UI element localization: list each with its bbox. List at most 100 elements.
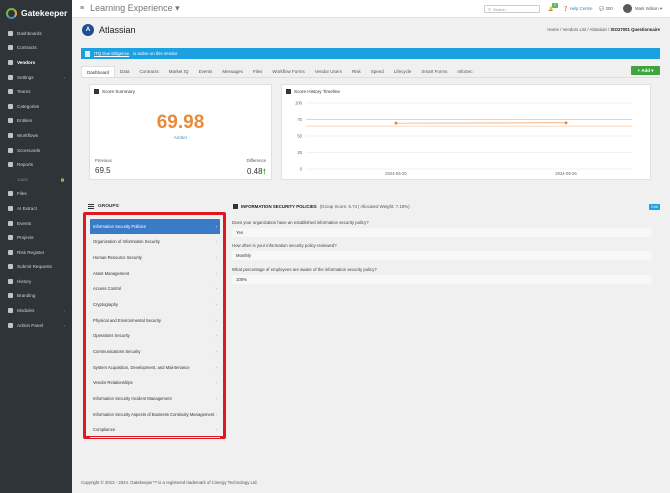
group-item[interactable]: Cryptography › — [90, 297, 220, 313]
tab-lifecycle[interactable]: Lifecycle — [389, 66, 417, 77]
score-summary-title: Score Summary — [94, 89, 135, 94]
sidebar-item-projects[interactable]: Projects — [0, 230, 72, 245]
tab-infosec[interactable]: InfoSec — [452, 66, 477, 77]
group-item[interactable]: Operations Security › — [90, 328, 220, 345]
sidebar-item-categories[interactable]: Categories — [0, 99, 72, 114]
group-item[interactable]: Communications Security › — [90, 344, 220, 360]
sidebar-item-branding[interactable]: Branding — [0, 289, 72, 304]
group-item[interactable]: Asset Management › — [90, 266, 220, 282]
group-item-label: Access Control — [93, 286, 122, 292]
user-menu[interactable]: Mark Wilson ▾ — [635, 6, 662, 12]
tab-spend[interactable]: Spend — [366, 66, 389, 77]
group-item[interactable]: Information Security Policies › — [90, 219, 220, 235]
chevron-right-icon: › — [215, 255, 218, 261]
tab-vendor-users[interactable]: Vendor Users — [310, 66, 347, 77]
sidebar-item-submit-requests[interactable]: Submit Requests — [0, 260, 72, 275]
group-item-label: Communications Security — [93, 348, 141, 354]
sidebar-item-contracts[interactable]: Contracts — [0, 41, 72, 56]
notification-badge: 2 — [552, 3, 558, 8]
breadcrumb-vendors-list[interactable]: Vendors List — [562, 27, 586, 32]
sidebar-item-label: Modules — [17, 308, 35, 314]
project-icon — [8, 235, 13, 241]
group-item[interactable]: Human Resource Security › — [90, 250, 220, 266]
score-summary-panel: Score Summary 69.98 Amber Previous 69.5 … — [89, 84, 272, 180]
policy-icon — [233, 204, 238, 209]
sidebar-item-files[interactable]: Files — [0, 187, 72, 202]
group-item[interactable]: Organization of Information Security › — [90, 235, 220, 251]
search-icon: ⚲ — [488, 6, 491, 12]
dashboard-icon — [8, 30, 13, 36]
sidebar-item-admin-panel[interactable]: Admin Panel › — [0, 318, 72, 333]
search-input[interactable]: ⚲ Search — [484, 5, 540, 13]
brand-logo[interactable]: Gatekeeper — [0, 0, 72, 26]
tab-market-iq[interactable]: Market IQ — [164, 66, 194, 77]
avatar[interactable] — [623, 4, 632, 13]
data-point[interactable] — [394, 121, 398, 125]
chat-link[interactable]: 💬 200 — [599, 6, 613, 12]
tab-events[interactable]: Events — [194, 66, 218, 77]
tab-data[interactable]: Data — [115, 66, 135, 77]
brand-name: Gatekeeper — [21, 8, 68, 18]
sidebar-item-label: Dashboards — [17, 30, 42, 36]
list-icon — [88, 204, 94, 209]
help-link[interactable]: ❓ Help Centre — [563, 6, 593, 12]
tab-workflow-forms[interactable]: Workflow Forms — [267, 66, 309, 77]
vendor-icon — [8, 59, 13, 65]
tab-messages[interactable]: Messages — [217, 66, 248, 77]
tab-risk[interactable]: Risk — [347, 66, 366, 77]
sidebar-item-modules[interactable]: Modules › — [0, 303, 72, 318]
tab-files[interactable]: Files — [248, 66, 268, 77]
chevron-right-icon: › — [63, 74, 65, 80]
sidebar-item-label: Teams — [17, 89, 31, 95]
sidebar-item-dashboards[interactable]: Dashboards — [0, 26, 72, 41]
group-item-label: Cryptography — [93, 302, 119, 308]
group-item-label: Information Security Aspects of Business… — [93, 411, 215, 417]
tab-contracts[interactable]: Contracts — [135, 66, 164, 77]
sidebar: Gatekeeper Dashboards Contracts Vendors Set… — [0, 0, 72, 493]
sidebar-item-workflows[interactable]: Workflows — [0, 128, 72, 143]
sidebar-item-events[interactable]: Events — [0, 216, 72, 231]
group-item[interactable]: Information Security Incident Management… — [90, 391, 220, 407]
sidebar-item-teams[interactable]: Teams — [0, 84, 72, 99]
event-icon — [8, 220, 13, 226]
summary-icon — [94, 89, 99, 94]
groups-list: Information Security Policies › Organizati… — [83, 212, 226, 439]
sidebar-item-label: Files — [17, 191, 27, 197]
tab-smart-forms[interactable]: Smart Forms — [416, 66, 452, 77]
sidebar-item-label: Submit Requests — [17, 264, 52, 270]
y-tick-label: 25 — [297, 150, 302, 155]
chevron-right-icon: › — [215, 302, 218, 308]
banner-link[interactable]: ITQ Due Diligence — [94, 51, 129, 56]
group-item[interactable]: Compliance › — [90, 422, 220, 438]
sidebar-item-history[interactable]: History — [0, 274, 72, 289]
answer-value: Yes — [232, 228, 652, 237]
company-header: A Atlassian — [82, 24, 136, 36]
menu-toggle-icon[interactable]: ≡ — [80, 5, 84, 12]
contract-icon — [8, 45, 13, 51]
sidebar-item-reports[interactable]: Reports — [0, 157, 72, 172]
group-item[interactable]: Vendor Relationships › — [90, 375, 220, 392]
group-item[interactable]: Access Control › — [90, 282, 220, 298]
sidebar-item-risk-register[interactable]: Risk Register — [0, 245, 72, 260]
data-point[interactable] — [564, 121, 568, 125]
edit-button[interactable]: Edit — [649, 204, 660, 210]
breadcrumb-vendor[interactable]: Atlassian — [590, 27, 607, 32]
group-item[interactable]: Information Security Aspects of Business… — [90, 407, 220, 423]
sidebar-item-vendors[interactable]: Vendors — [0, 55, 72, 70]
y-tick-label: 100 — [295, 101, 303, 106]
add-button[interactable]: + Add ▾ — [631, 66, 660, 75]
sidebar-item-scorecards[interactable]: Scorecards — [0, 143, 72, 158]
sidebar-item-label: Branding — [17, 293, 36, 299]
group-item[interactable]: System Acquisition, Development, and Mai… — [90, 360, 220, 376]
breadcrumb-home[interactable]: Home — [547, 27, 558, 32]
app-title[interactable]: Learning Experience ▾ — [90, 3, 180, 14]
tab-dashboard[interactable]: Dashboard — [81, 66, 116, 77]
sidebar-item-ai-extract[interactable]: AI Extract — [0, 201, 72, 216]
sidebar-item-settings[interactable]: Settings › — [0, 70, 72, 85]
sidebar-item-entities[interactable]: Entities — [0, 114, 72, 129]
y-tick-label: 50 — [297, 134, 302, 139]
team-icon — [8, 89, 13, 95]
help-icon: ❓ — [563, 6, 569, 11]
group-item[interactable]: Physical and Environmental Security › — [90, 313, 220, 329]
chevron-right-icon: › — [215, 427, 218, 433]
